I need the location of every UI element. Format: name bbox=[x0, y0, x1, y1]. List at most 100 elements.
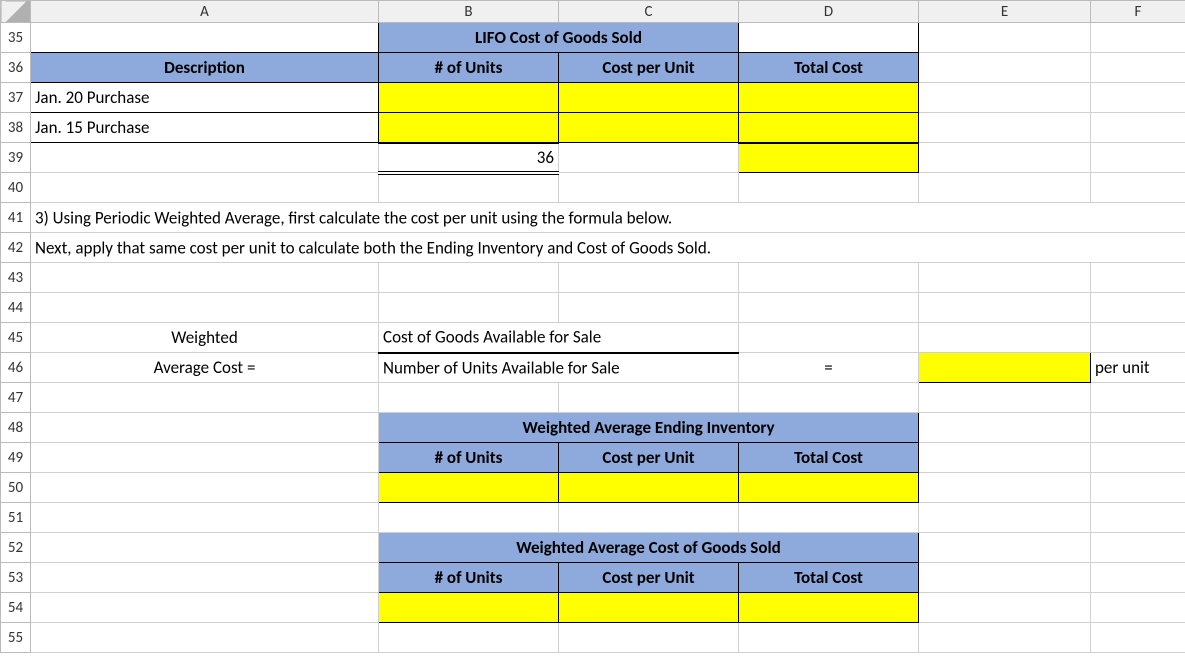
col-header-E[interactable]: E bbox=[919, 1, 1091, 23]
cell[interactable] bbox=[1091, 143, 1185, 173]
col-header-C[interactable]: C bbox=[559, 1, 739, 23]
cell[interactable] bbox=[739, 293, 919, 323]
row-header[interactable]: 54 bbox=[1, 593, 31, 623]
cell[interactable] bbox=[1091, 293, 1185, 323]
cell[interactable] bbox=[559, 383, 739, 413]
cell[interactable] bbox=[1091, 53, 1185, 83]
cogas-label[interactable]: Cost of Goods Available for Sale bbox=[379, 323, 739, 353]
row-header[interactable]: 49 bbox=[1, 443, 31, 473]
cell[interactable] bbox=[559, 143, 739, 173]
lifo-units-2[interactable] bbox=[379, 113, 559, 143]
lifo-grand-total[interactable] bbox=[739, 143, 919, 173]
row-header[interactable]: 39 bbox=[1, 143, 31, 173]
units-avail-label[interactable]: Number of Units Available for Sale bbox=[379, 353, 739, 383]
cell[interactable] bbox=[1091, 383, 1185, 413]
row-header[interactable]: 52 bbox=[1, 533, 31, 563]
row-header[interactable]: 37 bbox=[1, 83, 31, 113]
cell[interactable] bbox=[31, 23, 379, 53]
cell[interactable] bbox=[1091, 413, 1185, 443]
lifo-total-1[interactable] bbox=[739, 83, 919, 113]
wavg-cogs-title[interactable]: Weighted Average Cost of Goods Sold bbox=[379, 533, 919, 563]
cell[interactable] bbox=[1091, 323, 1185, 353]
cell[interactable] bbox=[559, 503, 739, 533]
cell[interactable] bbox=[919, 503, 1091, 533]
cell[interactable] bbox=[919, 533, 1091, 563]
cell[interactable] bbox=[739, 263, 919, 293]
cell[interactable] bbox=[1091, 83, 1185, 113]
col-header-B[interactable]: B bbox=[379, 1, 559, 23]
cell[interactable] bbox=[919, 143, 1091, 173]
row-header[interactable]: 51 bbox=[1, 503, 31, 533]
wavg-inv-units-hdr[interactable]: # of Units bbox=[379, 443, 559, 473]
avg-cost-eq-label[interactable]: Average Cost = bbox=[31, 353, 379, 383]
row-header[interactable]: 41 bbox=[1, 203, 31, 233]
lifo-total-2[interactable] bbox=[739, 113, 919, 143]
cell[interactable] bbox=[1091, 623, 1185, 653]
lifo-desc-2[interactable]: Jan. 15 Purchase bbox=[31, 113, 379, 143]
cell[interactable] bbox=[31, 173, 379, 203]
cell[interactable] bbox=[1091, 503, 1185, 533]
cell[interactable] bbox=[919, 623, 1091, 653]
cell[interactable] bbox=[919, 23, 1091, 53]
cell[interactable] bbox=[559, 263, 739, 293]
row-header[interactable]: 44 bbox=[1, 293, 31, 323]
lifo-cpu-1[interactable] bbox=[559, 83, 739, 113]
cell[interactable] bbox=[1091, 113, 1185, 143]
row-header[interactable]: 36 bbox=[1, 53, 31, 83]
row-header[interactable]: 50 bbox=[1, 473, 31, 503]
cell[interactable] bbox=[919, 413, 1091, 443]
cell[interactable] bbox=[1091, 473, 1185, 503]
cell[interactable] bbox=[739, 623, 919, 653]
cell[interactable] bbox=[559, 623, 739, 653]
cell[interactable] bbox=[379, 623, 559, 653]
lifo-desc-1[interactable]: Jan. 20 Purchase bbox=[31, 83, 379, 113]
wavg-cost-result[interactable] bbox=[919, 353, 1091, 383]
cell[interactable] bbox=[31, 293, 379, 323]
cell[interactable] bbox=[919, 293, 1091, 323]
wavg-cogs-cpu[interactable] bbox=[559, 593, 739, 623]
row-header[interactable]: 53 bbox=[1, 563, 31, 593]
lifo-cogs-title[interactable]: LIFO Cost of Goods Sold bbox=[379, 23, 739, 53]
select-all-corner[interactable] bbox=[1, 1, 31, 23]
cell[interactable] bbox=[919, 323, 1091, 353]
hdr-units[interactable]: # of Units bbox=[379, 53, 559, 83]
cell[interactable] bbox=[31, 143, 379, 173]
cell[interactable] bbox=[31, 503, 379, 533]
row-header[interactable]: 46 bbox=[1, 353, 31, 383]
row-header[interactable]: 35 bbox=[1, 23, 31, 53]
cell[interactable] bbox=[919, 83, 1091, 113]
row-header[interactable]: 55 bbox=[1, 623, 31, 653]
col-header-A[interactable]: A bbox=[31, 1, 379, 23]
q3-line1[interactable]: 3) Using Periodic Weighted Average, firs… bbox=[31, 203, 1185, 233]
wavg-inv-cpu[interactable] bbox=[559, 473, 739, 503]
row-header[interactable]: 38 bbox=[1, 113, 31, 143]
cell[interactable] bbox=[1091, 593, 1185, 623]
cell[interactable] bbox=[31, 443, 379, 473]
wavg-cogs-units[interactable] bbox=[379, 593, 559, 623]
wavg-cogs-units-hdr[interactable]: # of Units bbox=[379, 563, 559, 593]
cell[interactable] bbox=[31, 623, 379, 653]
wavg-inv-title[interactable]: Weighted Average Ending Inventory bbox=[379, 413, 919, 443]
cell[interactable] bbox=[739, 383, 919, 413]
cell[interactable] bbox=[1091, 173, 1185, 203]
cell[interactable] bbox=[31, 473, 379, 503]
cell[interactable] bbox=[739, 323, 919, 353]
cell[interactable] bbox=[1091, 443, 1185, 473]
col-header-F[interactable]: F bbox=[1091, 1, 1185, 23]
cell[interactable] bbox=[1091, 533, 1185, 563]
row-header[interactable]: 40 bbox=[1, 173, 31, 203]
cell[interactable] bbox=[31, 263, 379, 293]
row-header[interactable]: 48 bbox=[1, 413, 31, 443]
cell[interactable] bbox=[379, 503, 559, 533]
cell[interactable] bbox=[919, 383, 1091, 413]
hdr-cost-per-unit[interactable]: Cost per Unit bbox=[559, 53, 739, 83]
lifo-cpu-2[interactable] bbox=[559, 113, 739, 143]
wavg-cogs-total[interactable] bbox=[739, 593, 919, 623]
wavg-cogs-cpu-hdr[interactable]: Cost per Unit bbox=[559, 563, 739, 593]
cell[interactable] bbox=[31, 563, 379, 593]
cell[interactable] bbox=[379, 293, 559, 323]
lifo-units-1[interactable] bbox=[379, 83, 559, 113]
cell[interactable] bbox=[31, 533, 379, 563]
row-header[interactable]: 43 bbox=[1, 263, 31, 293]
cell[interactable] bbox=[739, 23, 919, 53]
